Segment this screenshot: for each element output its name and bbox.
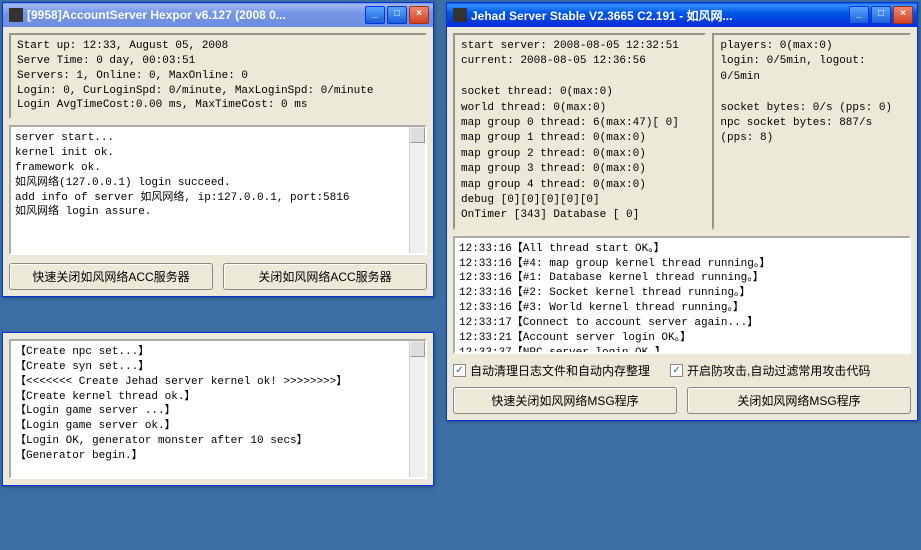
log-line: current: 2008-08-05 12:36:56: [461, 54, 698, 69]
log-line: [720, 85, 903, 100]
jehad-log-panel[interactable]: 12:33:16【All thread start OK。】12:33:16【#…: [453, 236, 911, 354]
app-icon: [453, 8, 467, 22]
log-line: OnTimer [343] Database [ 0]: [461, 208, 698, 223]
log-line: kernel init ok.: [15, 146, 421, 161]
log-line: 【Generator begin.】: [15, 449, 421, 464]
maximize-button[interactable]: □: [387, 6, 407, 24]
log-line: npc socket bytes: 887/s (pps: 8): [720, 116, 903, 147]
log-line: [461, 70, 698, 85]
log-line: 12:33:16【#2: Socket kernel thread runnin…: [459, 286, 905, 301]
titlebar[interactable]: Jehad Server Stable V2.3665 C2.191 - 如风网…: [447, 3, 917, 27]
log-line: 【Login game server ok.】: [15, 419, 421, 434]
minimize-button[interactable]: _: [365, 6, 385, 24]
log-line: 如风网络 login assure.: [15, 205, 421, 220]
log-line: add info of server 如风网络, ip:127.0.0.1, p…: [15, 191, 421, 206]
timecost-line: Login AvgTimeCost:0.00 ms, MaxTimeCost: …: [17, 98, 419, 113]
log-line: socket bytes: 0/s (pps: 0): [720, 101, 903, 116]
log-line: 【Login OK, generator monster after 10 se…: [15, 434, 421, 449]
fast-close-msg-button[interactable]: 快速关闭如风网络MSG程序: [453, 387, 677, 414]
window-title: [9958]AccountServer Hexpor v6.127 (2008 …: [27, 8, 365, 22]
close-button[interactable]: ×: [893, 6, 913, 24]
checkbox-icon: ✓: [670, 364, 683, 377]
log-line: map group 1 thread: 0(max:0): [461, 131, 698, 146]
startup-time: Start up: 12:33, August 05, 2008: [17, 39, 419, 54]
log-line: 【Login game server ...】: [15, 404, 421, 419]
log-line: 12:33:16【#4: map group kernel thread run…: [459, 257, 905, 272]
auto-clean-checkbox[interactable]: ✓ 自动清理日志文件和自动内存整理: [453, 362, 650, 379]
account-log-panel[interactable]: server start...kernel init ok.framework …: [9, 125, 427, 255]
log-line: 【<<<<<<< Create Jehad server kernel ok! …: [15, 375, 421, 390]
log-line: 如风网络(127.0.0.1) login succeed.: [15, 176, 421, 191]
log-line: map group 4 thread: 0(max:0): [461, 178, 698, 193]
serve-time: Serve Time: 0 day, 00:03:51: [17, 54, 419, 69]
close-msg-button[interactable]: 关闭如风网络MSG程序: [687, 387, 911, 414]
log-line: start server: 2008-08-05 12:32:51: [461, 39, 698, 54]
npc-log-panel[interactable]: 【Create npc set...】【Create syn set...】【<…: [9, 339, 427, 479]
stats-left-panel: start server: 2008-08-05 12:32:51current…: [453, 33, 706, 230]
log-line: world thread: 0(max:0): [461, 101, 698, 116]
scroll-up-button[interactable]: [410, 127, 425, 143]
npc-server-window: 【Create npc set...】【Create syn set...】【<…: [2, 332, 434, 486]
scroll-up-button[interactable]: [410, 341, 425, 357]
jehad-server-window: Jehad Server Stable V2.3665 C2.191 - 如风网…: [446, 2, 918, 421]
scrollbar[interactable]: [409, 127, 425, 253]
anti-attack-checkbox[interactable]: ✓ 开启防攻击,自动过滤常用攻击代码: [670, 362, 870, 379]
checkbox-icon: ✓: [453, 364, 466, 377]
servers-line: Servers: 1, Online: 0, MaxOnline: 0: [17, 69, 419, 84]
minimize-button[interactable]: _: [849, 6, 869, 24]
stats-right-panel: players: 0(max:0)login: 0/5min, logout: …: [712, 33, 911, 230]
log-line: debug [0][0][0][0][0]: [461, 193, 698, 208]
log-line: 【Create npc set...】: [15, 345, 421, 360]
login-line: Login: 0, CurLoginSpd: 0/minute, MaxLogi…: [17, 84, 419, 99]
window-title: Jehad Server Stable V2.3665 C2.191 - 如风网…: [471, 7, 849, 24]
close-button[interactable]: ×: [409, 6, 429, 24]
log-line: 【Create syn set...】: [15, 360, 421, 375]
log-line: 【Create kernel thread ok.】: [15, 390, 421, 405]
log-line: login: 0/5min, logout: 0/5min: [720, 54, 903, 85]
scrollbar[interactable]: [409, 341, 425, 477]
log-line: map group 3 thread: 0(max:0): [461, 162, 698, 177]
log-line: map group 0 thread: 6(max:47)[ 0]: [461, 116, 698, 131]
titlebar[interactable]: [9958]AccountServer Hexpor v6.127 (2008 …: [3, 3, 433, 27]
log-line: 12:33:17【Connect to account server again…: [459, 316, 905, 331]
log-line: 12:33:16【#1: Database kernel thread runn…: [459, 271, 905, 286]
account-server-window: [9958]AccountServer Hexpor v6.127 (2008 …: [2, 2, 434, 297]
log-line: players: 0(max:0): [720, 39, 903, 54]
log-line: 12:33:16【#3: World kernel thread running…: [459, 301, 905, 316]
maximize-button[interactable]: □: [871, 6, 891, 24]
close-acc-button[interactable]: 关闭如风网络ACC服务器: [223, 263, 427, 290]
log-line: 12:33:21【Account server login OK。】: [459, 331, 905, 346]
log-line: map group 2 thread: 0(max:0): [461, 147, 698, 162]
app-icon: [9, 8, 23, 22]
server-info-panel: Start up: 12:33, August 05, 2008 Serve T…: [9, 33, 427, 119]
log-line: server start...: [15, 131, 421, 146]
auto-clean-label: 自动清理日志文件和自动内存整理: [470, 362, 650, 379]
log-line: 12:33:16【All thread start OK。】: [459, 242, 905, 257]
anti-attack-label: 开启防攻击,自动过滤常用攻击代码: [687, 362, 870, 379]
log-line: framework ok.: [15, 161, 421, 176]
log-line: 12:33:37【NPC server login OK.】: [459, 346, 905, 354]
fast-close-acc-button[interactable]: 快速关闭如风网络ACC服务器: [9, 263, 213, 290]
log-line: socket thread: 0(max:0): [461, 85, 698, 100]
